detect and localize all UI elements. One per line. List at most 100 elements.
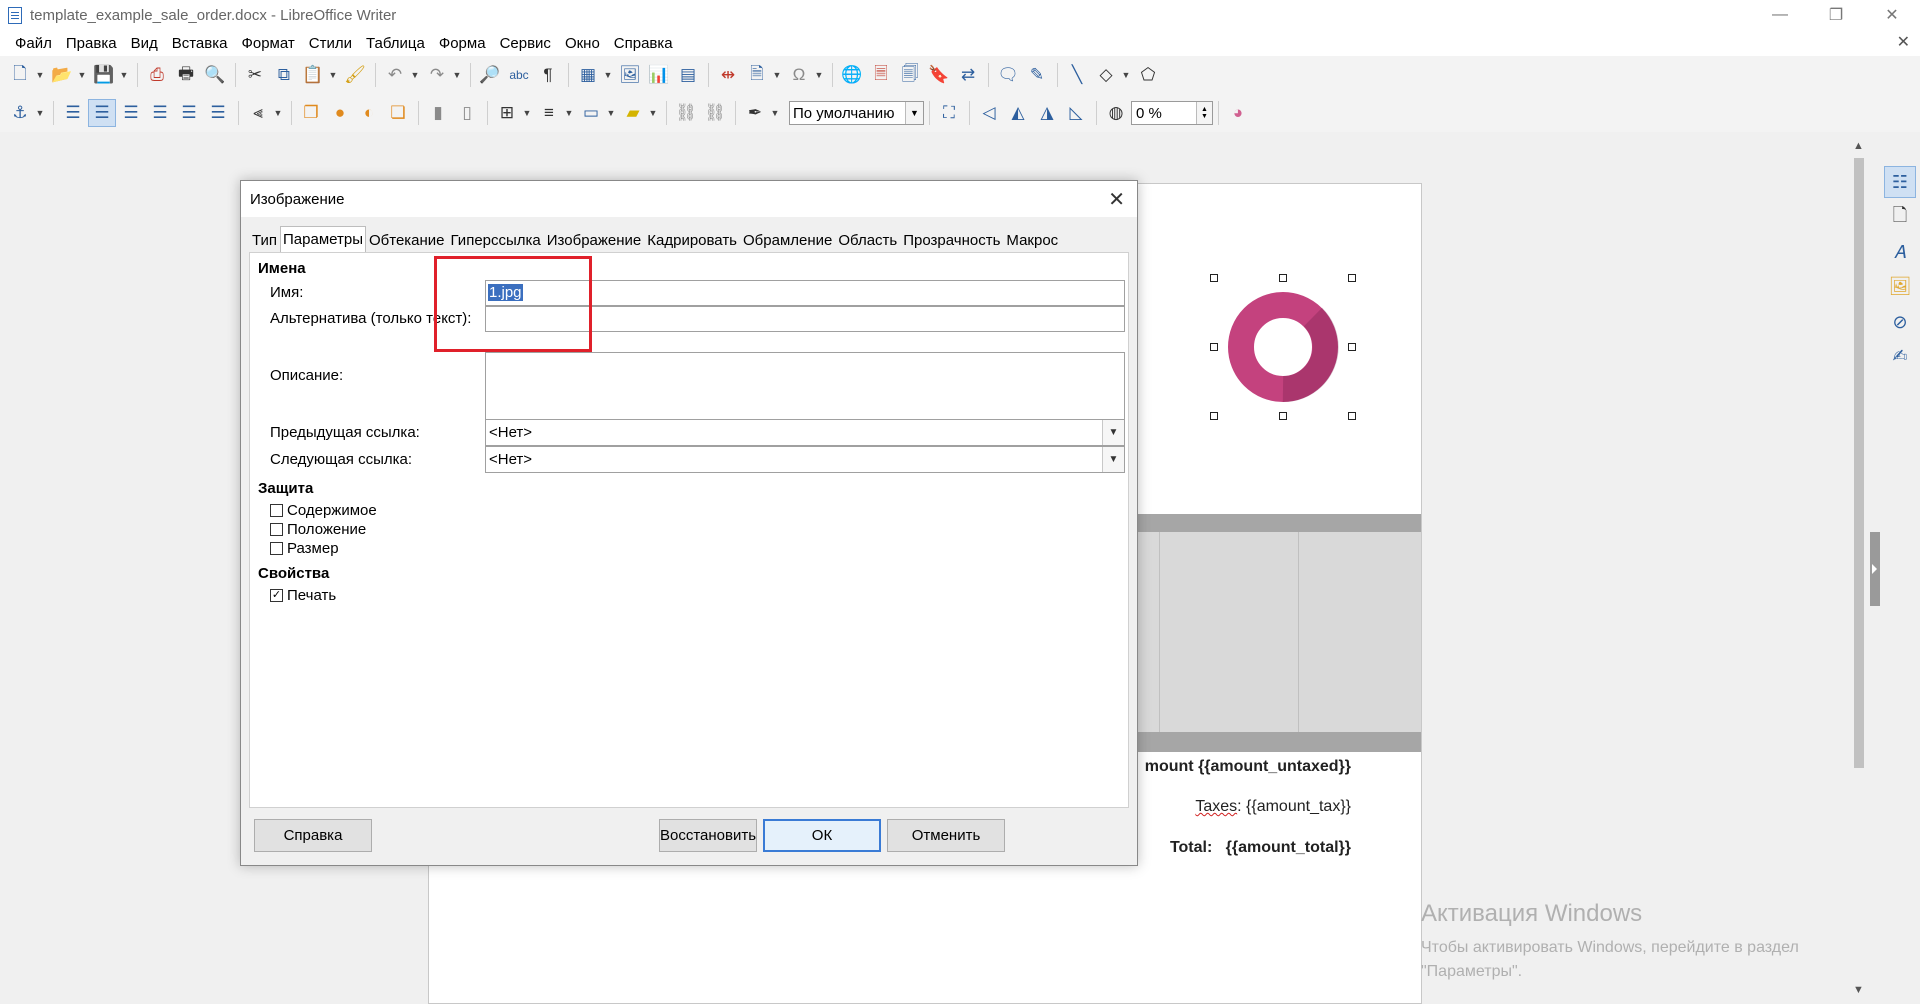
to-background-icon[interactable]: ▯ xyxy=(453,99,481,127)
resize-handle[interactable] xyxy=(1348,274,1356,282)
wrap-right-icon[interactable]: ☰ xyxy=(175,99,203,127)
wrap-left-icon[interactable]: ☰ xyxy=(146,99,174,127)
crop-icon[interactable]: ⛶ xyxy=(935,99,963,127)
gallery-icon[interactable]: 🖼 xyxy=(1884,270,1916,302)
resize-handle[interactable] xyxy=(1279,274,1287,282)
save-dropdown-icon[interactable]: ▼ xyxy=(119,70,129,80)
paste-dropdown-icon[interactable]: ▼ xyxy=(328,70,338,80)
image-filter-icon[interactable]: ✒ xyxy=(741,99,769,127)
insert-line-icon[interactable]: ╲ xyxy=(1063,61,1091,89)
wrap-optimal-icon[interactable]: ☰ xyxy=(117,99,145,127)
background-color-icon[interactable]: ▰ xyxy=(619,99,647,127)
spelling-icon[interactable]: abc xyxy=(505,61,533,89)
insert-text-box-icon[interactable]: ▤ xyxy=(674,61,702,89)
anchor-icon[interactable]: ⚓ xyxy=(6,99,34,127)
open-dropdown-icon[interactable]: ▼ xyxy=(77,70,87,80)
redo-dropdown-icon[interactable]: ▼ xyxy=(452,70,462,80)
undo-dropdown-icon[interactable]: ▼ xyxy=(410,70,420,80)
special-character-dropdown-icon[interactable]: ▼ xyxy=(814,70,824,80)
close-icon[interactable]: ✕ xyxy=(1108,187,1125,212)
menu-format[interactable]: Формат xyxy=(234,35,301,52)
help-button[interactable]: Справка xyxy=(254,819,372,852)
menu-view[interactable]: Вид xyxy=(124,35,165,52)
borders-icon[interactable]: ⊞ xyxy=(493,99,521,127)
align-objects-icon[interactable]: ⫷ xyxy=(244,99,272,127)
scrollbar-thumb[interactable] xyxy=(1854,158,1864,768)
cross-reference-icon[interactable]: ⇄ xyxy=(954,61,982,89)
comment-icon[interactable]: 🗨 xyxy=(994,61,1022,89)
graphic-mode-select[interactable]: По умолчанию ▼ xyxy=(789,101,924,125)
print-icon[interactable]: 🖶 xyxy=(172,61,200,89)
shapes-dropdown-icon[interactable]: ▼ xyxy=(1121,70,1131,80)
tab-crop[interactable]: Кадрировать xyxy=(644,228,740,252)
to-foreground-icon[interactable]: ▮ xyxy=(424,99,452,127)
find-replace-icon[interactable]: 🔎 xyxy=(476,61,504,89)
flip-vertically-icon[interactable]: ◁ xyxy=(975,99,1003,127)
menu-file[interactable]: Файл xyxy=(8,35,59,52)
endnote-icon[interactable]: 🗐 xyxy=(896,61,924,89)
border-color-dropdown-icon[interactable]: ▼ xyxy=(606,108,616,118)
checkbox-box[interactable] xyxy=(270,542,283,555)
styles-icon[interactable]: 𝐴 xyxy=(1884,236,1916,268)
insert-field-icon[interactable]: 🗎 xyxy=(743,61,771,89)
properties-icon[interactable]: ☷ xyxy=(1884,166,1916,198)
new-document-icon[interactable]: 🗋 xyxy=(6,61,34,89)
basic-shapes-icon[interactable]: ◇ xyxy=(1092,61,1120,89)
tab-borders[interactable]: Обрамление xyxy=(740,228,835,252)
track-changes-icon[interactable]: ✎ xyxy=(1023,61,1051,89)
border-style-icon[interactable]: ≡ xyxy=(535,99,563,127)
bring-to-front-icon[interactable]: ❐ xyxy=(297,99,325,127)
footnote-icon[interactable]: 🗏 xyxy=(867,61,895,89)
flip-horizontally-icon[interactable]: ◭ xyxy=(1004,99,1032,127)
wrap-page-icon[interactable]: ☰ xyxy=(88,99,116,127)
tab-type[interactable]: Тип xyxy=(249,228,280,252)
protect-size-checkbox[interactable]: Размер xyxy=(270,540,339,557)
forward-one-icon[interactable]: ● xyxy=(326,99,354,127)
undo-icon[interactable]: ↶ xyxy=(381,61,409,89)
align-dropdown-icon[interactable]: ▼ xyxy=(273,108,283,118)
cut-icon[interactable]: ✂ xyxy=(241,61,269,89)
menu-form[interactable]: Форма xyxy=(432,35,493,52)
menu-insert[interactable]: Вставка xyxy=(165,35,235,52)
resize-handle[interactable] xyxy=(1210,343,1218,351)
tab-wrap[interactable]: Обтекание xyxy=(366,228,448,252)
redo-icon[interactable]: ↷ xyxy=(423,61,451,89)
hyperlink-icon[interactable]: 🌐 xyxy=(838,61,866,89)
ok-button[interactable]: ОК xyxy=(763,819,881,852)
special-character-icon[interactable]: Ω xyxy=(785,61,813,89)
tab-area[interactable]: Область xyxy=(835,228,900,252)
close-window-button[interactable]: ✕ xyxy=(1864,0,1920,30)
manage-changes-icon[interactable]: ✍ xyxy=(1884,340,1916,372)
scroll-down-icon[interactable]: ▼ xyxy=(1853,984,1864,996)
anchor-dropdown-icon[interactable]: ▼ xyxy=(35,108,45,118)
open-folder-icon[interactable]: 📂 xyxy=(48,61,76,89)
reset-button[interactable]: Восстановить xyxy=(659,819,757,852)
resize-handle[interactable] xyxy=(1348,343,1356,351)
resize-handle[interactable] xyxy=(1279,412,1287,420)
menu-tools[interactable]: Сервис xyxy=(493,35,558,52)
tab-macro[interactable]: Макрос xyxy=(1003,228,1061,252)
navigator-icon[interactable]: ⊘ xyxy=(1884,306,1916,338)
color-palette-icon[interactable]: ◕ xyxy=(1224,99,1252,127)
protect-contents-checkbox[interactable]: Содержимое xyxy=(270,502,377,519)
wrap-off-icon[interactable]: ☰ xyxy=(59,99,87,127)
checkbox-box[interactable] xyxy=(270,523,283,536)
sidebar-collapse-handle[interactable] xyxy=(1870,532,1880,606)
back-one-icon[interactable]: ◐ xyxy=(355,99,383,127)
background-color-dropdown-icon[interactable]: ▼ xyxy=(648,108,658,118)
scroll-up-icon[interactable]: ▲ xyxy=(1853,140,1864,152)
dialog-title-bar[interactable]: Изображение ✕ xyxy=(241,181,1137,217)
vertical-scrollbar[interactable]: ▲ ▼ xyxy=(1850,132,1868,1004)
selected-image[interactable] xyxy=(1210,274,1356,420)
spin-arrows-icon[interactable]: ▲ ▼ xyxy=(1196,102,1212,124)
resize-handle[interactable] xyxy=(1210,412,1218,420)
menu-edit[interactable]: Правка xyxy=(59,35,124,52)
tab-hyperlink[interactable]: Гиперссылка xyxy=(448,228,544,252)
field-dropdown-icon[interactable]: ▼ xyxy=(772,70,782,80)
menu-help[interactable]: Справка xyxy=(607,35,680,52)
resize-handle[interactable] xyxy=(1348,412,1356,420)
close-document-icon[interactable]: ✕ xyxy=(1897,32,1910,52)
menu-styles[interactable]: Стили xyxy=(302,35,359,52)
borders-dropdown-icon[interactable]: ▼ xyxy=(522,108,532,118)
new-dropdown-icon[interactable]: ▼ xyxy=(35,70,45,80)
